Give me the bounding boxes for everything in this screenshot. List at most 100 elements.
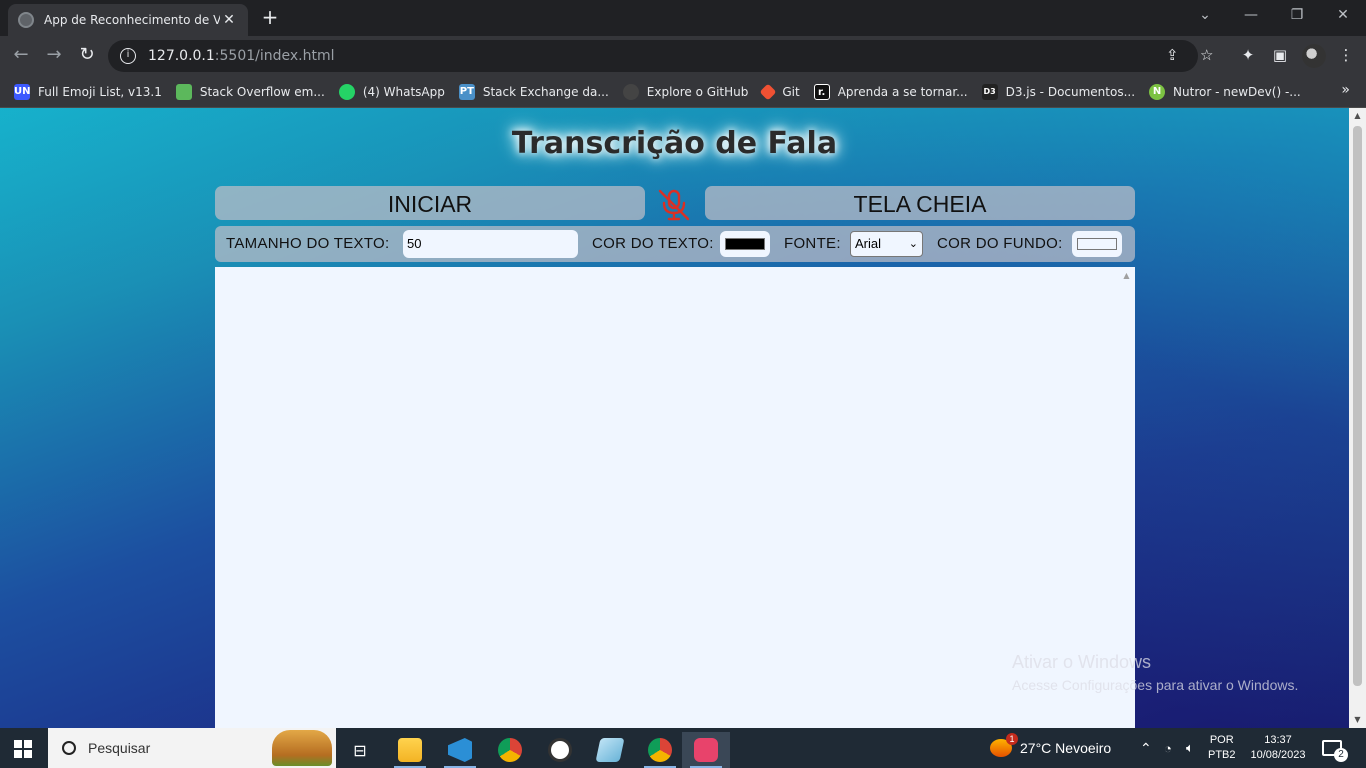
bookmark-item[interactable]: N Nutror - newDev() -... [1149,83,1301,100]
bookmark-label: Aprenda a se tornar... [837,84,968,99]
address-bar[interactable]: i 127.0.0.1 :5501/index.html ⇪ ☆ [108,40,1213,72]
text-size-input[interactable]: 50 [403,230,578,258]
text-size-label: TAMANHO DO TEXTO: [226,235,390,252]
url-path: :5501/index.html [214,48,335,64]
close-window-icon[interactable]: ✕ [1320,0,1366,32]
microphone-off-icon [655,188,693,222]
browser-toolbar: ← → ↻ i 127.0.0.1 :5501/index.html ⇪ ☆ ✦… [0,36,1366,76]
clock[interactable]: 13:37 10/08/2023 [1246,728,1310,768]
keyboard-layout: PTB2 [1208,749,1236,761]
scroll-up-arrow-icon[interactable]: ▲ [1349,108,1366,124]
globe-icon [18,12,34,28]
screen-recorder-icon[interactable] [682,732,730,768]
side-panel-icon[interactable]: ▣ [1270,46,1290,64]
bookmark-label: Stack Overflow em... [199,84,325,99]
bg-color-label: COR DO FUNDO: [937,235,1063,252]
back-arrow-icon[interactable]: ← [8,44,34,68]
bookmark-icon: N [1149,83,1166,100]
font-select[interactable]: Arial ⌄ [850,231,923,257]
text-color-label: COR DO TEXTO: [592,235,714,252]
bookmarks-bar: UN Full Emoji List, v13.1 Stack Overflow … [0,76,1366,108]
bookmark-item[interactable]: r. Aprenda a se tornar... [813,83,968,100]
search-placeholder: Pesquisar [88,740,151,756]
language-code: POR [1209,734,1234,746]
font-label: FONTE: [784,235,841,252]
chevron-up-icon[interactable]: ⌃ [1140,728,1152,768]
options-bar: TAMANHO DO TEXTO: 50 COR DO TEXTO: FONTE… [215,226,1135,262]
text-color-swatch [725,238,765,250]
app-icon-clock[interactable] [536,732,584,768]
bookmark-icon [175,83,192,100]
taskbar-search-box[interactable]: Pesquisar [48,728,336,768]
chrome-profile-icon[interactable] [636,732,684,768]
windows-start-icon[interactable] [14,740,32,758]
language-indicator[interactable]: POR PTB2 [1208,728,1236,768]
bookmark-item[interactable]: D3 D3.js - Documentos... [981,83,1136,100]
chrome-icon[interactable] [486,732,534,768]
fullscreen-button[interactable]: TELA CHEIA [705,186,1135,220]
weather-text: 27°C Nevoeiro [1020,740,1112,756]
bookmark-label: (4) WhatsApp [362,84,445,99]
chevron-down-icon[interactable]: ⌄ [1182,0,1228,32]
bookmark-item[interactable]: Stack Overflow em... [175,83,325,100]
bookmark-icon [622,83,639,100]
clock-date: 10/08/2023 [1250,749,1306,761]
share-icon[interactable]: ⇪ [1166,46,1179,64]
scroll-down-arrow-icon[interactable]: ▼ [1349,712,1366,728]
windows-activation-watermark: Ativar o Windows Acesse Configurações pa… [1012,652,1298,693]
bookmark-label: Git [782,84,800,99]
watermark-subtitle: Acesse Configurações para ativar o Windo… [1012,677,1299,693]
wifi-icon[interactable]: ◔ [1164,728,1172,768]
bookmark-icon [338,83,355,100]
new-tab-button[interactable]: + [258,6,282,30]
scrollbar-thumb[interactable] [1353,126,1362,686]
bookmark-icon: PT [458,83,475,100]
close-tab-icon[interactable]: ✕ [220,12,238,28]
browser-tab[interactable]: App de Reconhecimento de Voz ✕ [8,4,248,36]
page-scrollbar[interactable]: ▲ ▼ [1349,108,1366,728]
bookmark-icon [759,83,777,100]
bookmark-label: Nutror - newDev() -... [1173,84,1301,99]
weather-widget[interactable]: 1 27°C Nevoeiro [990,728,1111,768]
bg-color-picker[interactable] [1072,231,1122,257]
page-title: Transcrição de Fala [511,126,838,161]
info-icon[interactable]: i [120,48,136,64]
volume-icon[interactable]: 🔈︎ [1186,728,1194,768]
notifications-icon[interactable]: 2 [1322,728,1348,768]
scroll-up-arrow-icon[interactable]: ▲ [1118,271,1135,280]
weather-badge: 1 [1006,733,1018,745]
app-icon-notes[interactable] [586,732,634,768]
bookmark-item[interactable]: (4) WhatsApp [338,83,445,100]
clock-time: 13:37 [1264,734,1292,746]
extensions-icon[interactable]: ✦ [1238,46,1258,64]
menu-dots-icon[interactable]: ⋮ [1336,46,1356,64]
transcription-textarea[interactable]: ▲ [215,267,1135,728]
file-explorer-icon[interactable] [386,732,434,768]
bookmark-label: D3.js - Documentos... [1005,84,1136,99]
page-viewport: Transcrição de Fala INICIAR TELA CHEIA T… [0,108,1366,728]
bookmark-label: Stack Exchange da... [482,84,609,99]
search-icon [62,741,76,755]
lion-illustration [272,730,332,766]
vscode-icon[interactable] [436,732,484,768]
task-view-icon[interactable]: ⊟ [336,732,384,768]
profile-avatar[interactable] [1302,44,1326,68]
bookmark-item[interactable]: Explore o GitHub [622,83,749,100]
controls-row: INICIAR TELA CHEIA [215,186,1135,222]
reload-icon[interactable]: ↻ [74,44,100,68]
chevron-right-icon[interactable]: » [1341,82,1350,98]
bookmark-item[interactable]: PT Stack Exchange da... [458,83,609,100]
font-select-value: Arial [855,236,882,251]
forward-arrow-icon[interactable]: → [41,44,67,68]
bg-color-swatch [1077,238,1117,250]
start-button[interactable]: INICIAR [215,186,645,220]
bookmark-label: Explore o GitHub [646,84,749,99]
bookmark-item[interactable]: Git [759,83,800,100]
bookmark-item[interactable]: UN Full Emoji List, v13.1 [14,83,162,100]
minimize-icon[interactable]: — [1228,0,1274,32]
watermark-title: Ativar o Windows [1012,652,1152,672]
browser-tab-bar: App de Reconhecimento de Voz ✕ + ⌄ — ❐ ✕ [0,0,1366,36]
text-color-picker[interactable] [720,231,770,257]
star-icon[interactable]: ☆ [1200,46,1213,64]
restore-icon[interactable]: ❐ [1274,0,1320,32]
